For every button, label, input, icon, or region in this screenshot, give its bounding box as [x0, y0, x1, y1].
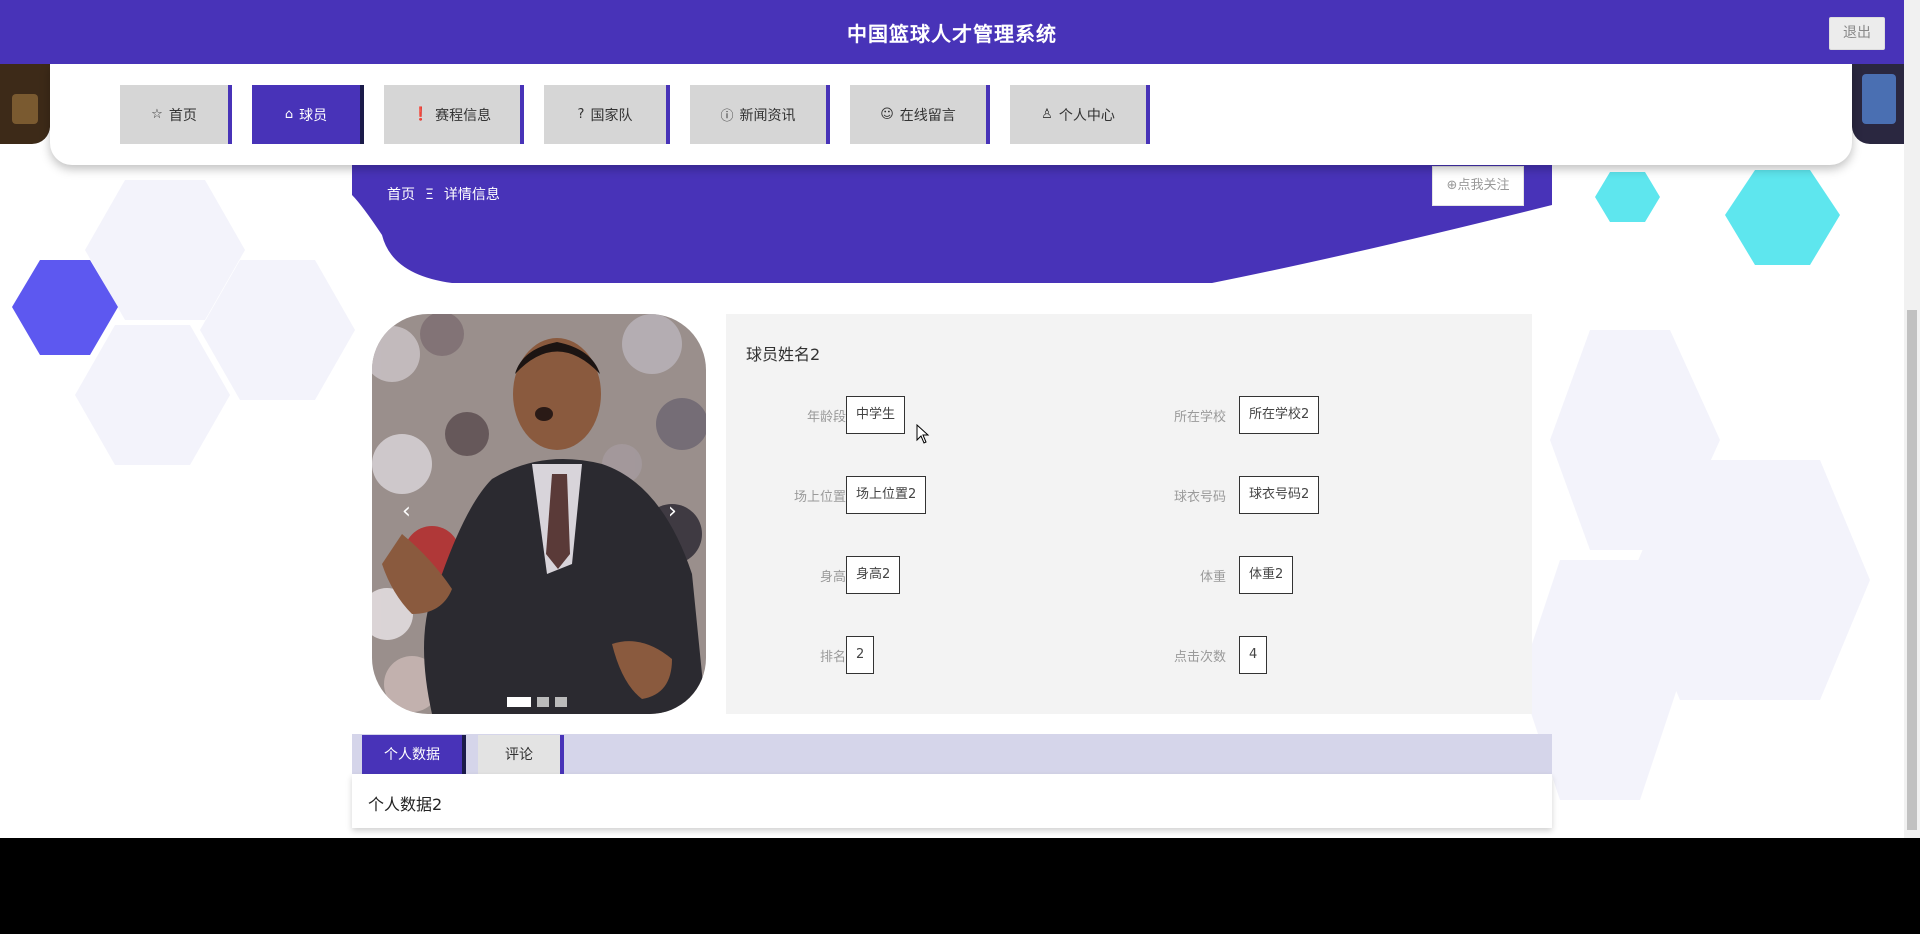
field-label-position: 场上位置 — [793, 490, 846, 505]
nav-item-profile[interactable]: ♙ 个人中心 — [1010, 85, 1150, 144]
carousel-next-button[interactable]: › — [668, 499, 677, 524]
breadcrumb-home[interactable]: 首页 — [387, 187, 415, 203]
field-value-rank: 2 — [846, 636, 875, 674]
user-icon: ♙ — [1041, 107, 1053, 122]
breadcrumb-current: 详情信息 — [443, 187, 500, 203]
nav-item-label: 新闻资讯 — [739, 107, 796, 124]
breadcrumb: 首页 Ξ 详情信息 — [387, 184, 500, 204]
breadcrumb-separator: Ξ — [425, 187, 434, 203]
nav-item-label: 个人中心 — [1058, 107, 1115, 124]
player-photo — [372, 314, 706, 714]
breadcrumb-banner — [352, 165, 1552, 283]
carousel-dot[interactable] — [537, 697, 549, 707]
field-value-age-group: 中学生 — [846, 396, 906, 434]
carousel-dot[interactable] — [555, 697, 567, 707]
player-name: 球员姓名2 — [746, 345, 821, 364]
app-title: 中国篮球人才管理系统 — [847, 22, 1057, 46]
nav-item-messages[interactable]: ☺ 在线留言 — [850, 85, 990, 144]
nav-item-label: 在线留言 — [899, 107, 956, 124]
banner-left-edge — [0, 64, 50, 144]
field-value-click-count: 4 — [1239, 636, 1268, 674]
field-label-click-count: 点击次数 — [1173, 650, 1226, 665]
black-bottom-area — [0, 838, 1920, 934]
field-label-age-group: 年龄段 — [806, 410, 846, 425]
player-image-carousel: ‹ › — [372, 314, 706, 714]
field-value-height: 身高2 — [846, 556, 901, 594]
nav-item-players[interactable]: ⌂ 球员 — [252, 85, 364, 144]
player-info-panel: 球员姓名2 年龄段 中学生 所在学校 所在学校2 场上位置 场上位置2 球衣号码… — [726, 314, 1532, 714]
nav-item-label: 球员 — [299, 107, 328, 124]
star-icon: ☆ — [151, 107, 163, 122]
field-label-jersey-number: 球衣号码 — [1173, 490, 1226, 505]
main-nav: ☆ 首页 ⌂ 球员 ❗ 赛程信息 ? 国家队 ⓘ 新闻资讯 ☺ 在线留言 ♙ 个人中心 — [50, 64, 1852, 165]
field-label-school: 所在学校 — [1173, 410, 1226, 425]
nav-item-home[interactable]: ☆ 首页 — [120, 85, 232, 144]
nav-item-label: 国家队 — [590, 107, 633, 124]
banner-right-edge — [1852, 64, 1904, 144]
question-circle-icon: ? — [577, 107, 585, 122]
lock-icon: ⌂ — [284, 107, 294, 122]
follow-button[interactable]: ⊕点我关注 — [1432, 166, 1524, 206]
field-value-position: 场上位置2 — [846, 476, 927, 514]
exclamation-circle-icon: ❗ — [412, 107, 430, 122]
field-value-school: 所在学校2 — [1239, 396, 1320, 434]
smile-icon: ☺ — [880, 107, 894, 122]
field-label-rank: 排名 — [819, 650, 846, 665]
nav-item-label: 首页 — [168, 107, 197, 124]
tab-comments[interactable]: 评论 — [478, 735, 564, 775]
nav-item-label: 赛程信息 — [435, 107, 492, 124]
carousel-indicators — [507, 697, 567, 707]
nav-item-news[interactable]: ⓘ 新闻资讯 — [690, 85, 830, 144]
tab-content-text: 个人数据2 — [368, 795, 443, 814]
scrollbar-thumb[interactable] — [1907, 310, 1917, 830]
field-label-height: 身高 — [819, 570, 846, 585]
field-value-weight: 体重2 — [1239, 556, 1294, 594]
info-circle-icon: ⓘ — [720, 109, 734, 124]
logout-button[interactable]: 退出 — [1829, 17, 1885, 50]
tab-personal-data[interactable]: 个人数据 — [362, 735, 466, 775]
nav-item-schedule[interactable]: ❗ 赛程信息 — [384, 85, 524, 144]
tab-content: 个人数据2 — [352, 774, 1552, 828]
nav-item-national-team[interactable]: ? 国家队 — [544, 85, 670, 144]
page-scrollbar[interactable] — [1904, 0, 1920, 838]
carousel-dot[interactable] — [507, 697, 531, 707]
field-label-weight: 体重 — [1199, 570, 1226, 585]
top-header-bar: 中国篮球人才管理系统 退出 — [0, 0, 1904, 64]
detail-tabs: 个人数据 评论 — [352, 734, 1552, 775]
carousel-prev-button[interactable]: ‹ — [402, 499, 411, 524]
mouse-cursor-icon — [916, 424, 930, 444]
field-value-jersey-number: 球衣号码2 — [1239, 476, 1320, 514]
